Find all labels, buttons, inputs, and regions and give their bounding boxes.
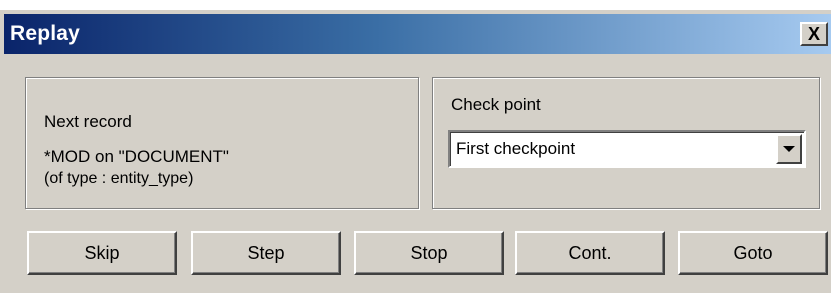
step-button[interactable]: Step	[191, 231, 341, 275]
close-icon: X	[807, 24, 820, 44]
close-button[interactable]: X	[800, 22, 828, 46]
continue-button[interactable]: Cont.	[515, 231, 665, 275]
next-record-panel: Next record *MOD on "DOCUMENT" (of type …	[25, 77, 419, 209]
next-record-label: Next record	[44, 112, 132, 131]
skip-button[interactable]: Skip	[27, 231, 177, 275]
check-point-select[interactable]: First checkpoint	[448, 130, 806, 168]
replay-dialog: Replay X Next record *MOD on "DOCUMENT" …	[0, 10, 831, 293]
next-record-type: (of type : entity_type)	[44, 170, 194, 187]
next-record-operation: *MOD on "DOCUMENT"	[44, 147, 229, 166]
chevron-down-icon	[783, 146, 795, 152]
window-title: Replay	[10, 22, 81, 45]
check-point-selected-value: First checkpoint	[456, 139, 576, 158]
check-point-panel: Check point First checkpoint	[432, 77, 820, 209]
check-point-label: Check point	[451, 95, 541, 114]
goto-button[interactable]: Goto	[678, 231, 828, 275]
title-bar[interactable]: Replay X	[4, 14, 831, 54]
dropdown-arrow-button[interactable]	[776, 134, 802, 164]
stop-button[interactable]: Stop	[354, 231, 504, 275]
